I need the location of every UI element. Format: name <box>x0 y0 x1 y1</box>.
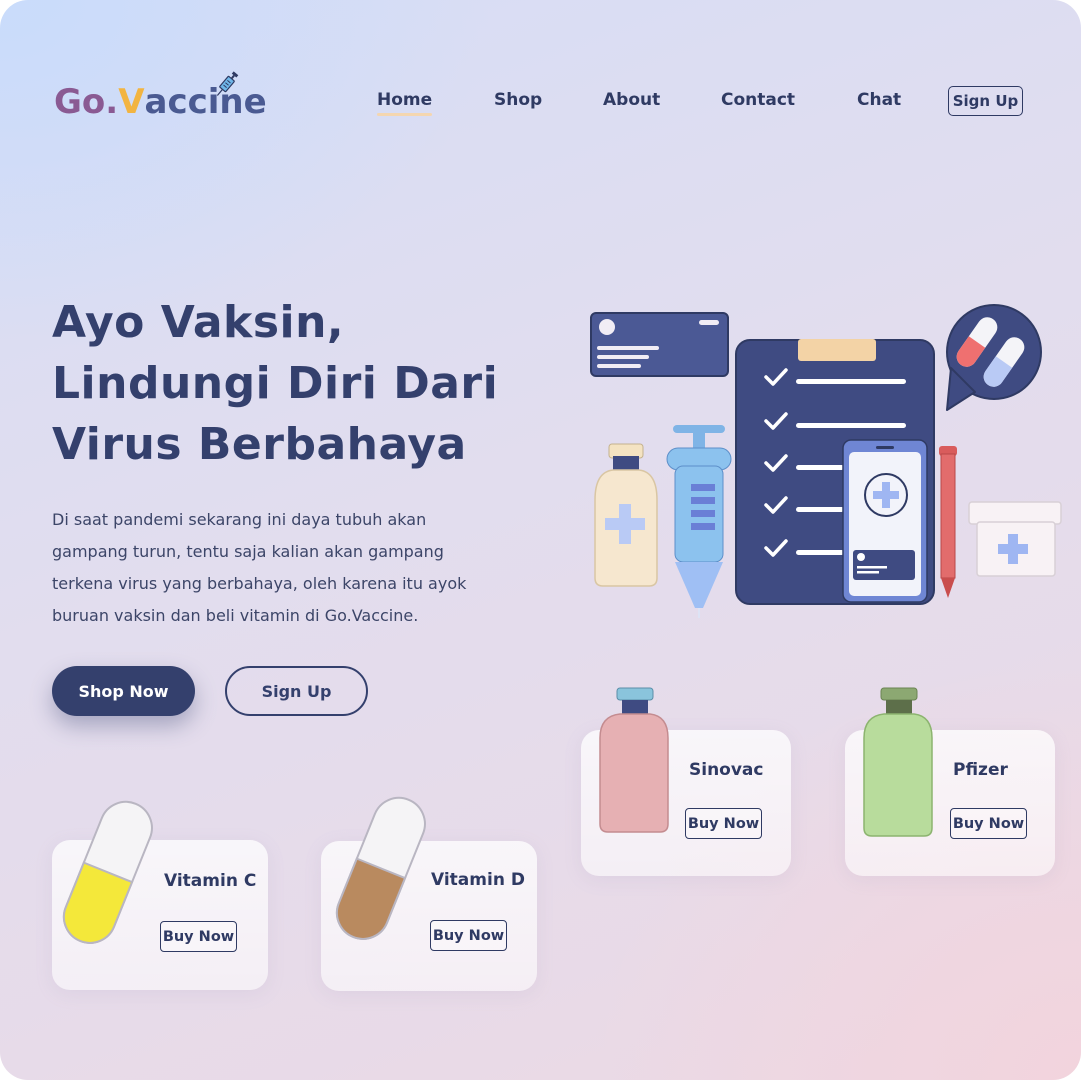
phone-medical-icon <box>842 439 928 603</box>
product-name: Sinovac <box>689 760 764 780</box>
pen-icon <box>939 446 957 598</box>
buy-now-button[interactable]: Buy Now <box>685 808 762 839</box>
first-aid-box-icon <box>968 501 1062 577</box>
hero-title-line: Virus Berbahaya <box>52 419 467 470</box>
hero-title: Ayo Vaksin, Lindungi Diri Dari Virus Ber… <box>52 292 522 475</box>
product-name: Pfizer <box>953 760 1008 780</box>
medical-illustration <box>590 304 1062 618</box>
nav-signup-button[interactable]: Sign Up <box>948 86 1023 116</box>
hero-description-line: Di saat pandemi sekarang ini daya tubuh … <box>52 510 427 529</box>
syringe-icon <box>666 425 732 618</box>
hero-title-line: Lindungi Diri Dari <box>52 358 499 409</box>
hero-signup-button[interactable]: Sign Up <box>225 666 368 716</box>
hero-description-line: gampang turun, tentu saja kalian akan ga… <box>52 542 444 561</box>
brown-capsule-icon <box>335 796 426 940</box>
yellow-capsule-icon <box>62 800 153 944</box>
pill-chat-bubble-icon <box>946 304 1042 411</box>
nav-contact[interactable]: Contact <box>721 90 795 110</box>
buy-now-button[interactable]: Buy Now <box>430 920 507 951</box>
hero-title-line: Ayo Vaksin, <box>52 297 345 348</box>
green-vaccine-bottle-icon <box>863 687 933 837</box>
hero-description-line: buruan vaksin dan beli vitamin di Go.Vac… <box>52 606 419 625</box>
nav-chat[interactable]: Chat <box>857 90 901 110</box>
medicine-bottle-icon <box>594 443 658 587</box>
nav-about[interactable]: About <box>603 90 660 110</box>
id-card-icon <box>590 312 729 377</box>
buy-now-button[interactable]: Buy Now <box>160 921 237 952</box>
pink-vaccine-bottle-icon <box>599 687 669 833</box>
nav-home[interactable]: Home <box>377 90 433 116</box>
shop-now-button[interactable]: Shop Now <box>52 666 195 716</box>
hero-description-line: terkena virus yang berbahaya, oleh karen… <box>52 574 467 593</box>
hero-description: Di saat pandemi sekarang ini daya tubuh … <box>52 504 522 632</box>
nav-shop[interactable]: Shop <box>494 90 542 110</box>
landing-page: Go. Vaccine Home Shop About Contact Chat … <box>0 0 1081 1080</box>
buy-now-button[interactable]: Buy Now <box>950 808 1027 839</box>
main-nav: Home Shop About Contact Chat <box>0 90 1081 120</box>
product-name: Vitamin C <box>164 871 257 891</box>
product-name: Vitamin D <box>431 870 525 890</box>
